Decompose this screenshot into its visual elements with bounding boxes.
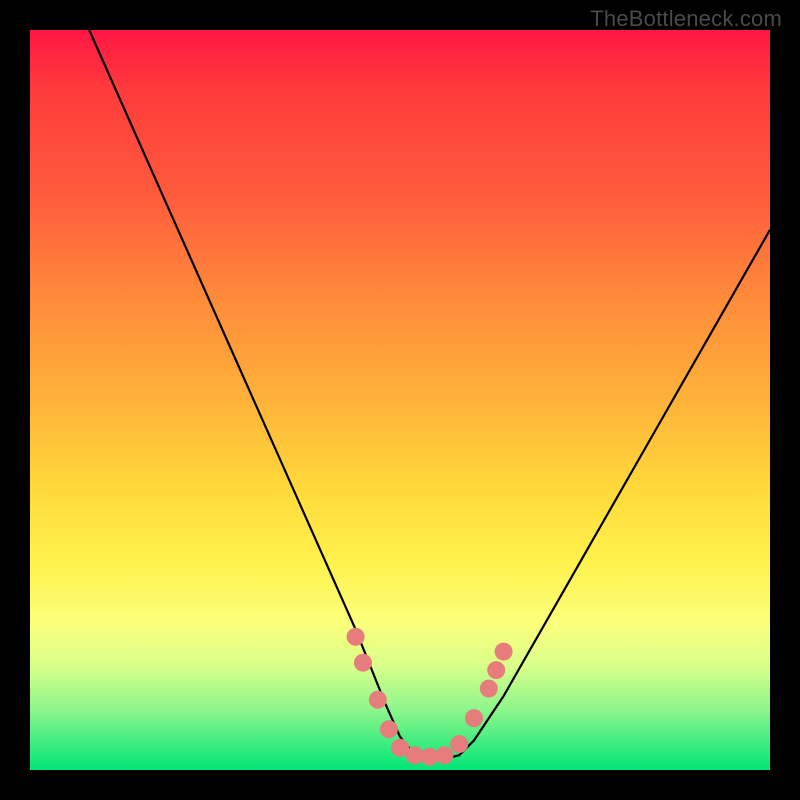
curve-marker [487, 661, 505, 679]
curve-layer [30, 30, 770, 770]
watermark-text: TheBottleneck.com [590, 6, 782, 32]
curve-marker [450, 735, 468, 753]
curve-marker [354, 654, 372, 672]
curve-marker [347, 628, 365, 646]
chart-frame: TheBottleneck.com [0, 0, 800, 800]
marker-layer [347, 628, 513, 766]
plot-area [30, 30, 770, 770]
curve-marker [435, 746, 453, 764]
curve-marker [380, 720, 398, 738]
curve-marker [369, 691, 387, 709]
bottleneck-curve [89, 30, 770, 759]
curve-marker [465, 709, 483, 727]
curve-marker [480, 680, 498, 698]
curve-marker [495, 643, 513, 661]
